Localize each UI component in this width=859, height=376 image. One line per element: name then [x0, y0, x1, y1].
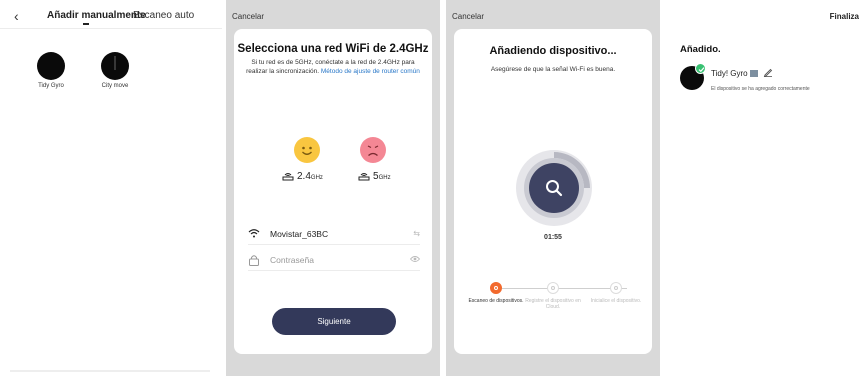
device-image: [101, 52, 129, 80]
frequency-5ghz: 5GHz: [358, 171, 391, 182]
field-underline: [248, 244, 420, 245]
step-scan: Escaneo de dispositivos.: [466, 282, 526, 304]
router-guide-link[interactable]: Método de ajuste de router común: [321, 68, 420, 75]
router-icon: [282, 173, 294, 181]
search-spinner: [516, 150, 592, 226]
device-name: Tidy! Gyro: [711, 69, 758, 78]
field-underline: [248, 270, 420, 271]
finish-button[interactable]: Finaliza: [830, 12, 859, 21]
countdown-timer: 01:55: [544, 234, 562, 241]
device-city-move[interactable]: City move: [85, 52, 145, 89]
cancel-button[interactable]: Cancelar: [232, 12, 264, 21]
step-label: Inicialice el dispositivo.: [590, 298, 642, 304]
happy-face-icon: [294, 137, 320, 163]
adding-device-panel: Cancelar Añadiendo dispositivo... Asegúr…: [446, 0, 660, 376]
page-title: Añadiendo dispositivo...: [489, 45, 617, 57]
frequency-value: 2.4: [297, 171, 311, 182]
wifi-name: Movistar_63BC: [270, 229, 329, 239]
sad-face-icon: [360, 137, 386, 163]
home-indicator: [10, 370, 210, 372]
device-name-text: Tidy! Gyro: [711, 69, 748, 78]
added-title: Añadido.: [680, 44, 721, 55]
wifi-network-field[interactable]: Movistar_63BC ⇆: [248, 225, 420, 245]
step-dot: [610, 282, 622, 294]
password-placeholder: Contraseña: [270, 255, 314, 265]
tab-auto-scan[interactable]: Escaneo auto: [133, 10, 194, 21]
step-initialize: Inicialice el dispositivo.: [586, 282, 646, 304]
cancel-button[interactable]: Cancelar: [452, 12, 484, 21]
device-added-panel: Finaliza Añadido. Tidy! Gyro El disposit…: [666, 0, 859, 376]
screenshot-strip: ‹ Añadir manualmente Escaneo auto Tidy G…: [0, 0, 859, 376]
tab-manual[interactable]: Añadir manualmente: [47, 10, 146, 21]
step-dot: [547, 282, 559, 294]
page-title: Selecciona una red WiFi de 2.4GHz: [237, 43, 429, 55]
progress-card: Añadiendo dispositivo... Asegúrese de qu…: [454, 29, 652, 354]
lock-icon: [249, 255, 259, 266]
next-button[interactable]: Siguiente: [272, 308, 396, 335]
eye-icon[interactable]: [410, 255, 420, 263]
router-icon: [358, 173, 370, 181]
device-image: [37, 52, 65, 80]
device-tidy-gyro[interactable]: Tidy Gyro: [21, 52, 81, 89]
password-field[interactable]: Contraseña: [248, 251, 420, 271]
back-chevron-icon[interactable]: ‹: [14, 8, 19, 24]
switch-network-icon[interactable]: ⇆: [413, 229, 420, 238]
step-label: Registre el dispositivo en Cloud.: [525, 298, 581, 310]
wifi-description: Si tu red es de 5GHz, conéctate a la red…: [244, 59, 422, 76]
add-device-panel: ‹ Añadir manualmente Escaneo auto Tidy G…: [0, 0, 222, 376]
wifi-hint: Asegúrese de que la señal Wi-Fi es buena…: [490, 66, 616, 73]
tab-underline: [83, 23, 89, 25]
divider: [0, 28, 222, 29]
device-thumbnail-icon: [749, 70, 758, 77]
success-message: El dispositivo se ha agregado correctame…: [711, 86, 810, 92]
edit-pencil-icon[interactable]: [763, 67, 773, 77]
frequency-unit: GHz: [310, 175, 323, 181]
frequency-unit: GHz: [378, 175, 391, 181]
wifi-icon: [248, 229, 260, 238]
spinner-center: [529, 163, 579, 213]
step-register-cloud: Registre el dispositivo en Cloud.: [523, 282, 583, 310]
search-icon: [546, 180, 563, 197]
check-icon: [695, 63, 706, 74]
step-dot: [490, 282, 502, 294]
device-label: Tidy Gyro: [38, 83, 64, 89]
wifi-select-panel: Cancelar Selecciona una red WiFi de 2.4G…: [226, 0, 440, 376]
device-label: City move: [101, 83, 129, 89]
step-label: Escaneo de dispositivos.: [468, 298, 524, 304]
wifi-card: Selecciona una red WiFi de 2.4GHz Si tu …: [234, 29, 432, 354]
frequency-24ghz: 2.4GHz: [282, 171, 323, 182]
